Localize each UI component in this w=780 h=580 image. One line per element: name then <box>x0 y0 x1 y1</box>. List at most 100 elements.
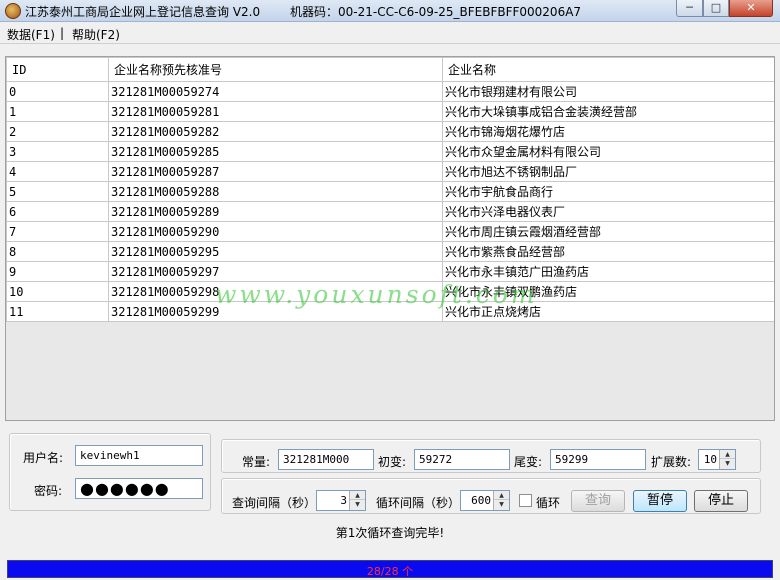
cell-id[interactable]: 9 <box>6 261 109 282</box>
table-row[interactable]: 7 321281M00059290 兴化市周庄镇云霞烟酒经营部 <box>6 221 774 242</box>
machine-code: 机器码：00-21-CC-C6-09-25_BFEBFBFF000206A7 <box>290 5 582 19</box>
cell-approval-number[interactable]: 321281M00059290 <box>108 221 443 242</box>
cell-company-name[interactable]: 兴化市旭达不锈钢制品厂 <box>442 161 774 182</box>
controls-group: 查询间隔（秒）: 3 ▲ ▼ 循环间隔（秒）: 600 ▲ ▼ 循环 查询 暂停… <box>221 478 761 514</box>
login-group: 用户名: kevinewh1 密码: ●●●●●● <box>9 433 211 511</box>
minimize-button[interactable]: ─ <box>676 0 703 17</box>
cell-company-name[interactable]: 兴化市兴泽电器仪表厂 <box>442 201 774 222</box>
loop-checkbox[interactable] <box>519 494 532 507</box>
cell-approval-number[interactable]: 321281M00059288 <box>108 181 443 202</box>
progress-bar: 28/28 个 <box>7 560 773 578</box>
window-title: 江苏泰州工商局企业网上登记信息查询 V2.0 <box>25 5 261 19</box>
const-label: 常量: <box>242 455 271 469</box>
column-header-id[interactable]: ID <box>6 57 109 82</box>
cell-company-name[interactable]: 兴化市大垛镇事成铝合金装潢经营部 <box>442 101 774 122</box>
cell-company-name[interactable]: 兴化市银翔建材有限公司 <box>442 81 774 102</box>
ext-down-icon[interactable]: ▼ <box>720 459 735 468</box>
ext-up-icon[interactable]: ▲ <box>720 450 735 459</box>
stop-button[interactable]: 停止 <box>694 490 748 512</box>
cell-approval-number[interactable]: 321281M00059274 <box>108 81 443 102</box>
cell-approval-number[interactable]: 321281M00059297 <box>108 261 443 282</box>
menu-separator: | <box>60 26 65 40</box>
menu-help[interactable]: 帮助(F2) <box>72 26 120 43</box>
query-interval-down-icon[interactable]: ▼ <box>350 500 365 509</box>
cell-approval-number[interactable]: 321281M00059285 <box>108 141 443 162</box>
query-interval-label: 查询间隔（秒）: <box>232 496 321 510</box>
cell-company-name[interactable]: 兴化市宇航食品商行 <box>442 181 774 202</box>
grid-header-row: ID 企业名称预先核准号 企业名称 <box>6 57 774 82</box>
maximize-button[interactable]: □ <box>703 0 729 17</box>
loop-interval-label: 循环间隔（秒）: <box>376 496 465 510</box>
cell-company-name[interactable]: 兴化市周庄镇云霞烟酒经营部 <box>442 221 774 242</box>
table-row[interactable]: 9 321281M00059297 兴化市永丰镇范广田渔药店 <box>6 261 774 282</box>
tail-input[interactable]: 59299 <box>550 449 646 470</box>
cell-approval-number[interactable]: 321281M00059299 <box>108 301 443 322</box>
progress-text: 28/28 个 <box>366 565 414 578</box>
cell-company-name[interactable]: 兴化市众望金属材料有限公司 <box>442 141 774 162</box>
column-header-approval-number[interactable]: 企业名称预先核准号 <box>108 57 443 82</box>
table-row[interactable]: 10 321281M00059298 兴化市永丰镇双鹏渔药店 <box>6 281 774 302</box>
cell-id[interactable]: 4 <box>6 161 109 182</box>
cell-company-name[interactable]: 兴化市紫燕食品经营部 <box>442 241 774 262</box>
username-input[interactable]: kevinewh1 <box>75 445 203 466</box>
loop-interval-up-icon[interactable]: ▲ <box>494 491 509 500</box>
status-message: 第1次循环查询完毕! <box>335 526 445 540</box>
password-label: 密码: <box>34 484 63 498</box>
cell-id[interactable]: 3 <box>6 141 109 162</box>
pause-button[interactable]: 暂停 <box>633 490 687 512</box>
const-input[interactable]: 321281M000 <box>278 449 374 470</box>
cell-approval-number[interactable]: 321281M00059282 <box>108 121 443 142</box>
query-interval-stepper[interactable]: 3 ▲ ▼ <box>316 490 366 511</box>
cell-company-name[interactable]: 兴化市永丰镇双鹏渔药店 <box>442 281 774 302</box>
params-group: 常量: 321281M000 初变: 59272 尾变: 59299 扩展数: … <box>221 439 761 473</box>
app-icon <box>5 3 21 19</box>
init-input[interactable]: 59272 <box>414 449 510 470</box>
ext-label: 扩展数: <box>651 455 692 469</box>
cell-approval-number[interactable]: 321281M00059295 <box>108 241 443 262</box>
loop-interval-value: 600 <box>471 494 491 507</box>
password-input[interactable]: ●●●●●● <box>75 478 203 499</box>
table-row[interactable]: 0 321281M00059274 兴化市银翔建材有限公司 <box>6 81 774 102</box>
menu-bar: 数据(F1) | 帮助(F2) <box>0 22 780 44</box>
table-row[interactable]: 4 321281M00059287 兴化市旭达不锈钢制品厂 <box>6 161 774 182</box>
cell-id[interactable]: 1 <box>6 101 109 122</box>
query-interval-up-icon[interactable]: ▲ <box>350 491 365 500</box>
username-label: 用户名: <box>23 451 64 465</box>
table-row[interactable]: 1 321281M00059281 兴化市大垛镇事成铝合金装潢经营部 <box>6 101 774 122</box>
cell-id[interactable]: 2 <box>6 121 109 142</box>
menu-data[interactable]: 数据(F1) <box>7 26 55 43</box>
table-row[interactable]: 8 321281M00059295 兴化市紫燕食品经营部 <box>6 241 774 262</box>
ext-value: 10 <box>703 453 717 466</box>
title-bar[interactable]: 江苏泰州工商局企业网上登记信息查询 V2.0 机器码：00-21-CC-C6-0… <box>0 0 780 22</box>
cell-company-name[interactable]: 兴化市永丰镇范广田渔药店 <box>442 261 774 282</box>
cell-id[interactable]: 10 <box>6 281 109 302</box>
cell-id[interactable]: 0 <box>6 81 109 102</box>
cell-company-name[interactable]: 兴化市正点烧烤店 <box>442 301 774 322</box>
loop-checkbox-label[interactable]: 循环 <box>536 494 560 511</box>
cell-id[interactable]: 8 <box>6 241 109 262</box>
query-interval-value: 3 <box>340 494 347 507</box>
table-row[interactable]: 2 321281M00059282 兴化市锦海烟花爆竹店 <box>6 121 774 142</box>
query-button[interactable]: 查询 <box>571 490 625 512</box>
cell-approval-number[interactable]: 321281M00059289 <box>108 201 443 222</box>
cell-id[interactable]: 7 <box>6 221 109 242</box>
table-row[interactable]: 3 321281M00059285 兴化市众望金属材料有限公司 <box>6 141 774 162</box>
cell-approval-number[interactable]: 321281M00059287 <box>108 161 443 182</box>
loop-interval-stepper[interactable]: 600 ▲ ▼ <box>460 490 510 511</box>
ext-stepper[interactable]: 10 ▲ ▼ <box>698 449 736 470</box>
table-row[interactable]: 6 321281M00059289 兴化市兴泽电器仪表厂 <box>6 201 774 222</box>
table-row[interactable]: 5 321281M00059288 兴化市宇航食品商行 <box>6 181 774 202</box>
cell-id[interactable]: 5 <box>6 181 109 202</box>
cell-id[interactable]: 11 <box>6 301 109 322</box>
column-header-company-name[interactable]: 企业名称 <box>442 57 774 82</box>
init-label: 初变: <box>378 455 407 469</box>
results-grid[interactable]: ID 企业名称预先核准号 企业名称 0 321281M00059274 兴化市银翔建… <box>5 56 775 421</box>
close-button[interactable]: ✕ <box>729 0 773 17</box>
table-row[interactable]: 11 321281M00059299 兴化市正点烧烤店 <box>6 301 774 322</box>
loop-interval-down-icon[interactable]: ▼ <box>494 500 509 509</box>
cell-company-name[interactable]: 兴化市锦海烟花爆竹店 <box>442 121 774 142</box>
cell-approval-number[interactable]: 321281M00059298 <box>108 281 443 302</box>
cell-approval-number[interactable]: 321281M00059281 <box>108 101 443 122</box>
cell-id[interactable]: 6 <box>6 201 109 222</box>
tail-label: 尾变: <box>514 455 543 469</box>
